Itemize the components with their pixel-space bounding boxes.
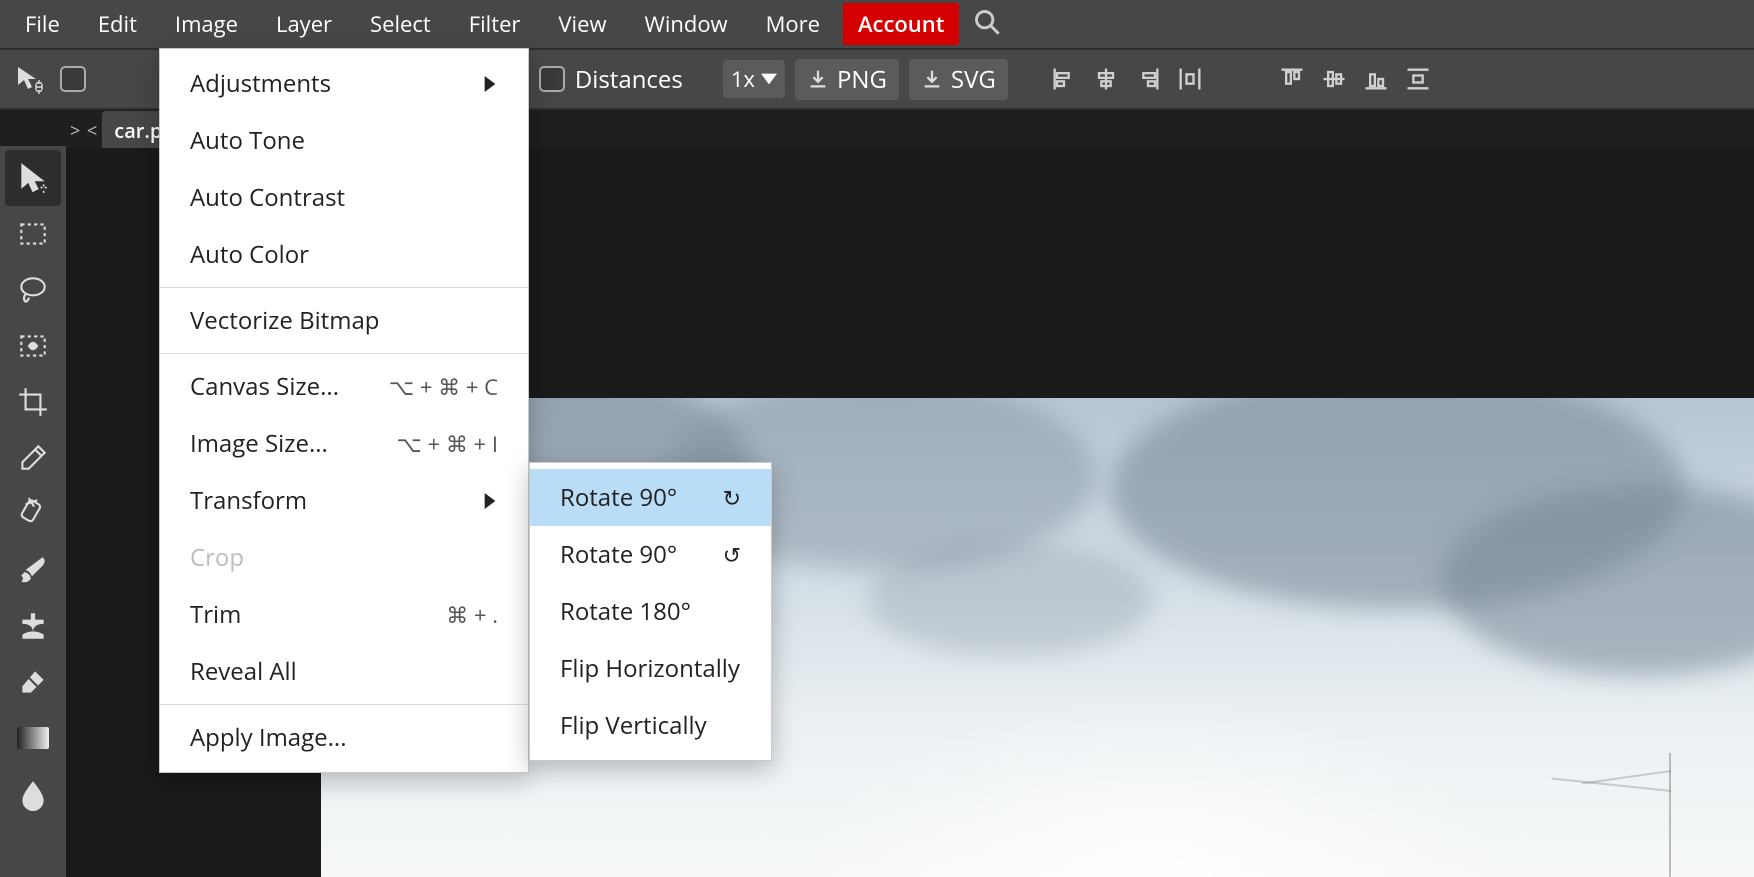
menuitem-auto-contrast-label: Auto Contrast: [190, 181, 498, 214]
menuitem-rotate-90-ccw-label: Rotate 90°: [560, 538, 715, 571]
gradient-tool[interactable]: [5, 710, 61, 766]
submenu-arrow-icon: [482, 67, 498, 100]
menuitem-crop: Crop: [160, 529, 528, 586]
zoom-value: 1x: [731, 64, 755, 94]
distances-checkbox[interactable]: [539, 66, 565, 92]
menuitem-trim-label: Trim: [190, 598, 406, 631]
menuitem-canvas-size[interactable]: Canvas Size... ⌥ + ⌘ + C: [160, 358, 528, 415]
distribute-h-icon[interactable]: [1174, 63, 1206, 95]
image-menu-dropdown: Adjustments Auto Tone Auto Contrast Auto…: [159, 48, 529, 773]
menu-bar: File Edit Image Layer Select Filter View…: [0, 0, 1754, 48]
align-right-icon[interactable]: [1132, 63, 1164, 95]
eyedropper-tool[interactable]: [5, 430, 61, 486]
eraser-tool[interactable]: [5, 654, 61, 710]
menuitem-trim[interactable]: Trim ⌘ + .: [160, 586, 528, 643]
menuitem-rotate-180[interactable]: Rotate 180°: [530, 583, 771, 640]
rotate-ccw-icon: ↺: [723, 540, 741, 570]
tool-sidebar: [0, 146, 66, 877]
export-png-button[interactable]: PNG: [795, 59, 899, 100]
menuitem-rotate-90-cw[interactable]: Rotate 90° ↻: [530, 469, 771, 526]
crop-tool[interactable]: [5, 374, 61, 430]
magic-select-tool[interactable]: [5, 318, 61, 374]
align-center-h-icon[interactable]: [1090, 63, 1122, 95]
menu-view[interactable]: View: [543, 3, 621, 45]
menu-more[interactable]: More: [751, 3, 835, 45]
menuitem-image-size[interactable]: Image Size... ⌥ + ⌘ + I: [160, 415, 528, 472]
menuitem-crop-label: Crop: [190, 541, 498, 574]
distribute-v-icon[interactable]: [1402, 63, 1434, 95]
menu-image[interactable]: Image: [160, 3, 253, 45]
menu-edit[interactable]: Edit: [83, 3, 152, 45]
healing-brush-tool[interactable]: [5, 486, 61, 542]
menuitem-flip-horizontal[interactable]: Flip Horizontally: [530, 640, 771, 697]
menuitem-apply-image-label: Apply Image...: [190, 721, 498, 754]
menuitem-auto-color[interactable]: Auto Color: [160, 226, 528, 283]
menuitem-auto-color-label: Auto Color: [190, 238, 498, 271]
blur-tool[interactable]: [5, 766, 61, 822]
menuitem-flip-vertical-label: Flip Vertically: [560, 709, 741, 742]
menuitem-flip-horizontal-label: Flip Horizontally: [560, 652, 741, 685]
move-tool[interactable]: [5, 150, 61, 206]
move-tool-indicator-icon: [10, 63, 50, 95]
menuitem-auto-tone[interactable]: Auto Tone: [160, 112, 528, 169]
menu-select[interactable]: Select: [355, 3, 446, 45]
menuitem-vectorize-bitmap-label: Vectorize Bitmap: [190, 304, 498, 337]
menuitem-transform-label: Transform: [190, 484, 442, 517]
export-png-label: PNG: [837, 63, 887, 96]
menu-filter[interactable]: Filter: [454, 3, 536, 45]
menu-layer[interactable]: Layer: [261, 3, 347, 45]
menuitem-adjustments-label: Adjustments: [190, 67, 442, 100]
menu-account[interactable]: Account: [843, 3, 959, 45]
menuitem-auto-tone-label: Auto Tone: [190, 124, 498, 157]
align-left-icon[interactable]: [1048, 63, 1080, 95]
export-svg-label: SVG: [951, 63, 996, 96]
menuitem-flip-vertical[interactable]: Flip Vertically: [530, 697, 771, 754]
menuitem-trim-shortcut: ⌘ + .: [446, 600, 498, 630]
menuitem-apply-image[interactable]: Apply Image...: [160, 709, 528, 766]
align-middle-v-icon[interactable]: [1318, 63, 1350, 95]
menuitem-reveal-all[interactable]: Reveal All: [160, 643, 528, 700]
export-svg-button[interactable]: SVG: [909, 59, 1008, 100]
search-icon[interactable]: [973, 8, 1001, 41]
menu-file[interactable]: File: [10, 3, 75, 45]
menuitem-rotate-180-label: Rotate 180°: [560, 595, 741, 628]
menuitem-image-size-shortcut: ⌥ + ⌘ + I: [396, 429, 498, 459]
menuitem-reveal-all-label: Reveal All: [190, 655, 498, 688]
menuitem-vectorize-bitmap[interactable]: Vectorize Bitmap: [160, 292, 528, 349]
rotate-cw-icon: ↻: [723, 483, 741, 513]
menuitem-canvas-size-shortcut: ⌥ + ⌘ + C: [389, 372, 498, 402]
menuitem-rotate-90-ccw[interactable]: Rotate 90° ↺: [530, 526, 771, 583]
menu-window[interactable]: Window: [630, 3, 743, 45]
submenu-arrow-icon: [482, 484, 498, 517]
clone-stamp-tool[interactable]: [5, 598, 61, 654]
menuitem-adjustments[interactable]: Adjustments: [160, 55, 528, 112]
menuitem-canvas-size-label: Canvas Size...: [190, 370, 349, 403]
align-bottom-icon[interactable]: [1360, 63, 1392, 95]
menuitem-rotate-90-cw-label: Rotate 90°: [560, 481, 715, 514]
zoom-select[interactable]: 1x: [723, 60, 785, 98]
tab-collapse-icon[interactable]: > <: [70, 119, 98, 143]
menuitem-image-size-label: Image Size...: [190, 427, 356, 460]
menuitem-transform[interactable]: Transform: [160, 472, 528, 529]
transform-submenu: Rotate 90° ↻ Rotate 90° ↺ Rotate 180° Fl…: [529, 462, 772, 761]
brush-tool[interactable]: [5, 542, 61, 598]
align-top-icon[interactable]: [1276, 63, 1308, 95]
rect-select-tool[interactable]: [5, 206, 61, 262]
distances-label: Distances: [575, 63, 683, 96]
menuitem-auto-contrast[interactable]: Auto Contrast: [160, 169, 528, 226]
auto-select-checkbox[interactable]: [60, 66, 86, 92]
lasso-tool[interactable]: [5, 262, 61, 318]
